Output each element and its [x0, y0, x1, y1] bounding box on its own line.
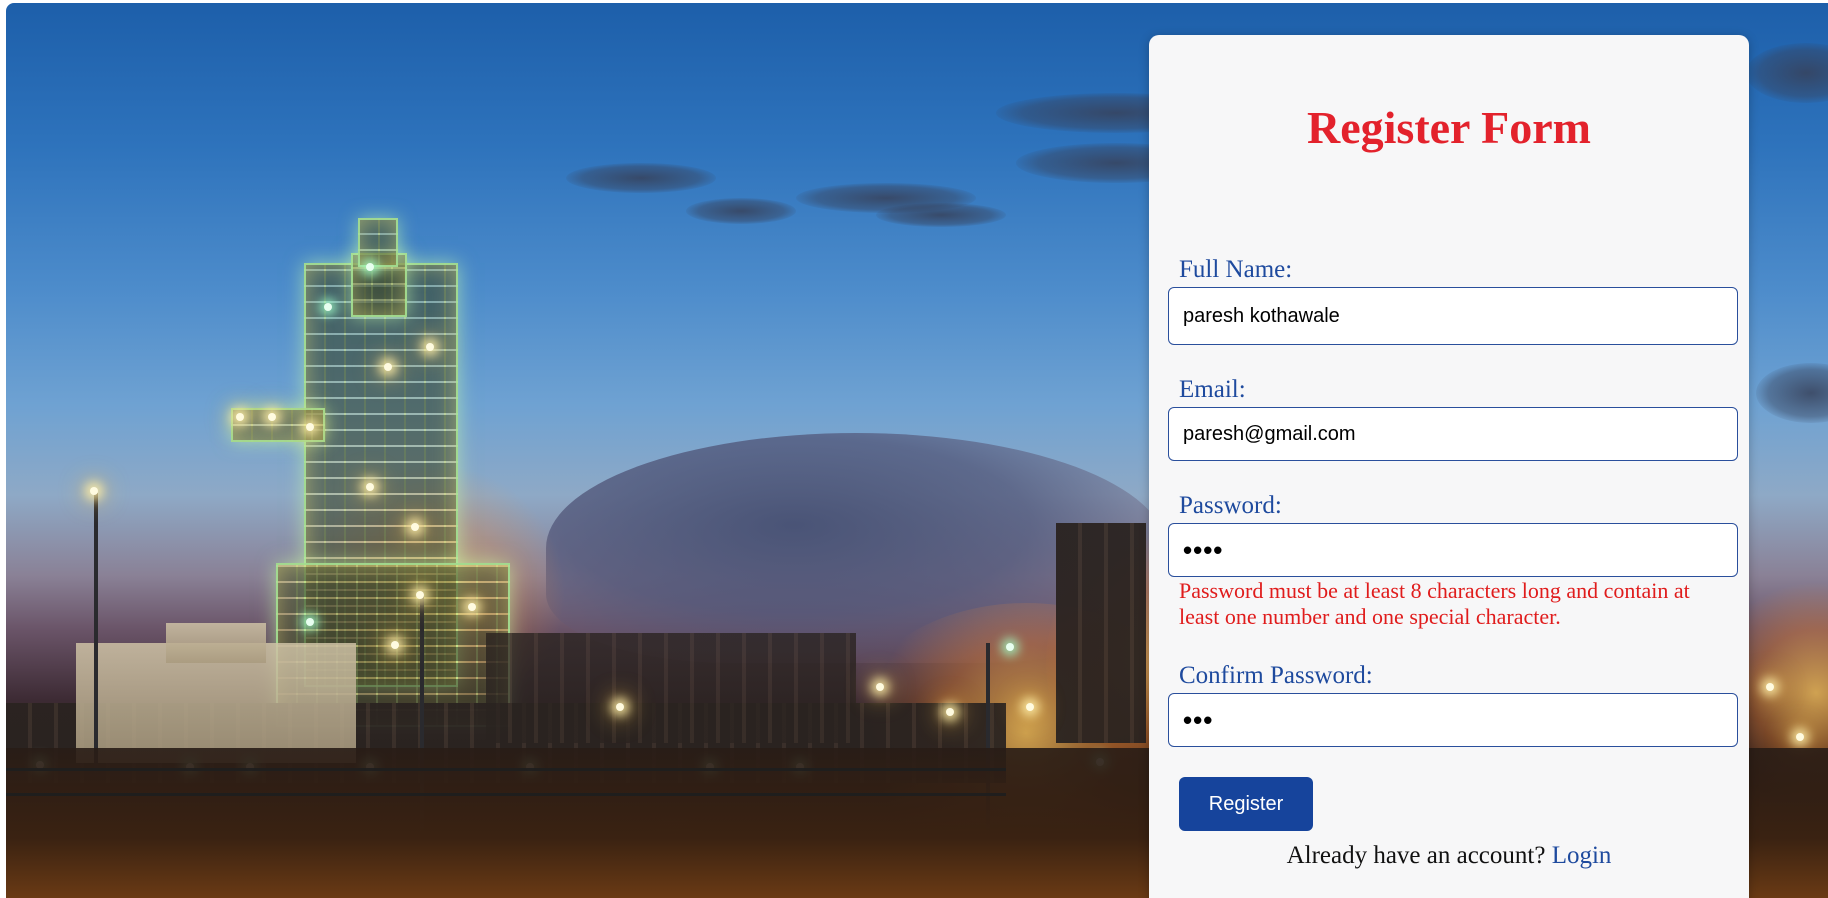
confirm-password-input[interactable]: •••	[1168, 693, 1738, 747]
login-prompt-line: Already have an account? Login	[1149, 842, 1749, 870]
login-link[interactable]: Login	[1552, 842, 1612, 869]
password-value: ••••	[1183, 534, 1224, 565]
email-value: paresh@gmail.com	[1183, 422, 1356, 445]
login-prompt-text: Already have an account?	[1286, 842, 1546, 869]
page-viewport: Register Form Full Name: paresh kothawal…	[6, 3, 1828, 898]
register-button[interactable]: Register	[1179, 777, 1313, 831]
form-title: Register Form	[1307, 102, 1591, 153]
password-input[interactable]: ••••	[1168, 523, 1738, 577]
email-input[interactable]: paresh@gmail.com	[1168, 407, 1738, 461]
email-label: Email:	[1179, 376, 1246, 403]
confirm-password-label: Confirm Password:	[1179, 662, 1373, 689]
password-error-message: Password must be at least 8 characters l…	[1179, 578, 1690, 629]
full-name-value: paresh kothawale	[1183, 304, 1340, 327]
full-name-input[interactable]: paresh kothawale	[1168, 287, 1738, 345]
password-label: Password:	[1179, 492, 1282, 519]
full-name-label: Full Name:	[1179, 256, 1293, 283]
confirm-password-value: •••	[1183, 704, 1214, 735]
register-card: Register Form Full Name: paresh kothawal…	[1149, 35, 1749, 898]
